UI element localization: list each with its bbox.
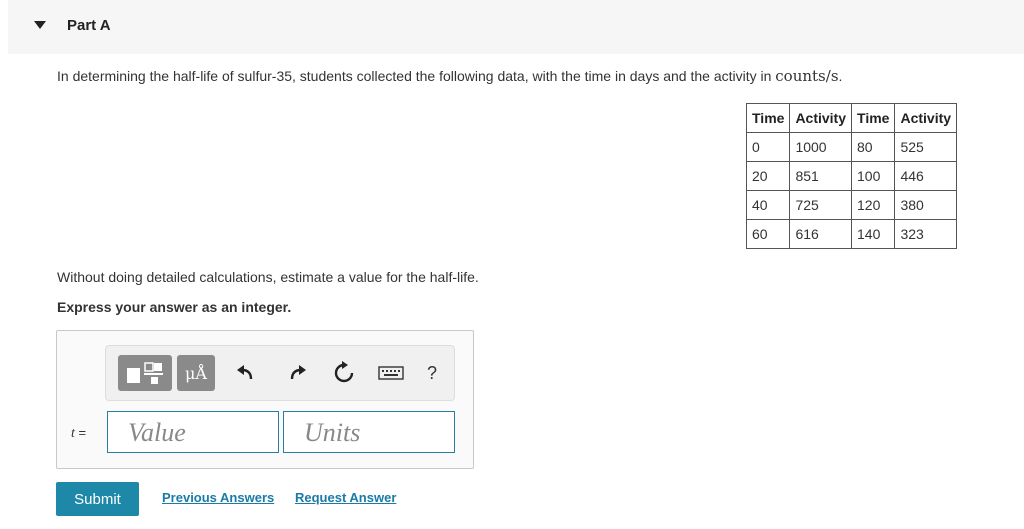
table-cell: 380 xyxy=(894,190,958,220)
previous-answers-link[interactable]: Previous Answers xyxy=(162,490,274,505)
table-cell: 851 xyxy=(789,161,853,191)
part-header[interactable]: Part A xyxy=(8,0,1024,54)
table-cell: 140 xyxy=(851,219,896,249)
keyboard-button[interactable] xyxy=(374,355,408,391)
table-cell: 20 xyxy=(745,161,791,191)
submit-button[interactable]: Submit xyxy=(56,482,139,516)
request-answer-link[interactable]: Request Answer xyxy=(295,490,396,505)
table-row: 20 851 100 446 xyxy=(745,161,958,191)
table-header: Activity xyxy=(894,103,958,133)
table-cell: 40 xyxy=(745,190,791,220)
value-input[interactable]: Value xyxy=(107,411,279,453)
table-cell: 446 xyxy=(894,161,958,191)
table-cell: 525 xyxy=(894,132,958,162)
reset-icon xyxy=(334,361,354,383)
reset-button[interactable] xyxy=(330,355,358,391)
undo-icon xyxy=(237,365,253,380)
prompt-units: counts/s xyxy=(775,67,839,85)
templates-icon xyxy=(127,362,163,384)
table-cell: 0 xyxy=(745,132,791,162)
keyboard-icon xyxy=(378,366,404,380)
undo-button[interactable] xyxy=(232,355,260,391)
part-title: Part A xyxy=(67,17,111,34)
table-header: Time xyxy=(851,103,896,133)
table-row: 40 725 120 380 xyxy=(745,190,958,220)
data-table: Time Activity Time Activity 0 1000 80 52… xyxy=(745,103,958,249)
redo-icon xyxy=(290,365,306,380)
estimate-instruction: Without doing detailed calculations, est… xyxy=(57,269,479,285)
table-row: 60 616 140 323 xyxy=(745,219,958,249)
redo-button[interactable] xyxy=(283,355,311,391)
table-header-row: Time Activity Time Activity xyxy=(745,103,958,133)
units-symbols-button[interactable]: μÅ xyxy=(177,355,215,391)
table-cell: 120 xyxy=(851,190,896,220)
table-cell: 616 xyxy=(789,219,853,249)
table-cell: 100 xyxy=(851,161,896,191)
prompt-end: . xyxy=(838,68,843,84)
variable-label: t = xyxy=(71,425,86,442)
table-cell: 1000 xyxy=(789,132,853,162)
collapse-caret-icon[interactable] xyxy=(34,21,46,29)
table-header: Activity xyxy=(789,103,853,133)
table-cell: 80 xyxy=(851,132,896,162)
table-cell: 725 xyxy=(789,190,853,220)
express-instruction: Express your answer as an integer. xyxy=(57,299,292,315)
prompt-text: In determining the half-life of sulfur-3… xyxy=(57,68,776,84)
table-cell: 323 xyxy=(894,219,958,249)
table-cell: 60 xyxy=(745,219,791,249)
units-input[interactable]: Units xyxy=(283,411,455,453)
equals-sign: = xyxy=(74,425,87,440)
table-header: Time xyxy=(745,103,791,133)
question-prompt: In determining the half-life of sulfur-3… xyxy=(57,67,842,85)
answer-panel: μÅ ? t = Value Units xyxy=(56,330,474,469)
templates-button[interactable] xyxy=(118,355,172,391)
table-row: 0 1000 80 525 xyxy=(745,132,958,162)
math-toolbar: μÅ ? xyxy=(105,345,455,401)
help-button[interactable]: ? xyxy=(420,355,444,391)
